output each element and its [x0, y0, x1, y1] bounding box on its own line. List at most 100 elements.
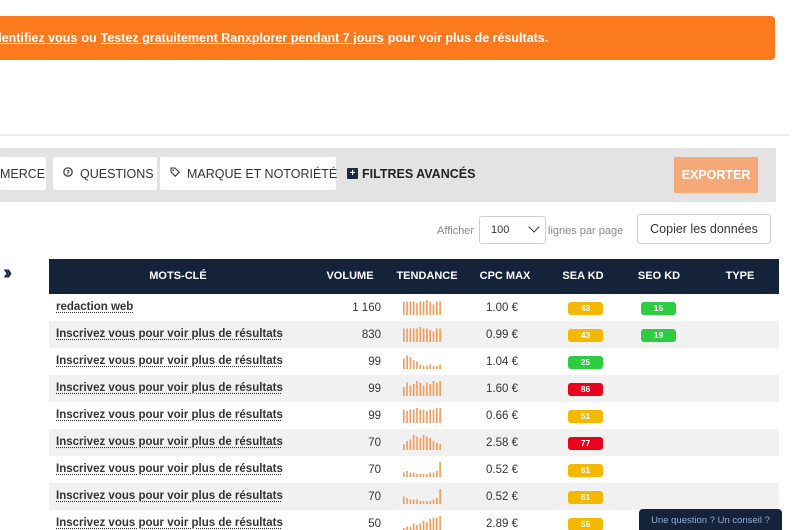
volume-cell: 830 — [361, 329, 381, 341]
table-row: redaction web 1 160 1.00 € 43 15 — [49, 294, 779, 321]
table-row: Inscrivez vous pour voir plus de résulta… — [49, 375, 779, 402]
trend-bar — [406, 328, 408, 342]
keyword-link[interactable]: Inscrivez vous pour voir plus de résulta… — [56, 517, 283, 529]
banner-rest-text: pour voir plus de résultats. — [387, 31, 549, 45]
login-link[interactable]: dentifiez vous — [0, 31, 77, 45]
copy-data-button[interactable]: Copier les données — [637, 214, 771, 244]
free-trial-link[interactable]: Testez gratuitement Ranxplorer pendant 7… — [101, 31, 384, 45]
trend-bar — [426, 300, 428, 315]
trend-bar — [426, 382, 428, 396]
trend-bar — [439, 301, 441, 315]
trend-sparkline — [403, 355, 441, 369]
table-row: Inscrivez vous pour voir plus de résulta… — [49, 429, 779, 456]
seo-kd-badge: 19 — [641, 329, 676, 342]
trend-bar — [416, 499, 418, 504]
sea-kd-badge: 43 — [568, 302, 603, 315]
trend-sparkline — [403, 300, 441, 315]
trend-bar — [422, 501, 425, 504]
trend-bar — [436, 442, 438, 450]
keyword-link[interactable]: Inscrivez vous pour voir plus de résulta… — [56, 490, 283, 502]
trend-bar — [426, 501, 428, 504]
volume-cell: 50 — [368, 518, 381, 530]
cpc-cell: 1.04 € — [486, 356, 518, 368]
sea-kd-badge: 51 — [568, 410, 603, 423]
sea-kd-badge: 43 — [568, 329, 603, 342]
keyword-link[interactable]: Inscrivez vous pour voir plus de résulta… — [56, 436, 283, 448]
cpc-cell: 0.52 € — [486, 464, 518, 476]
trend-bar — [419, 474, 422, 477]
trend-bar — [409, 357, 412, 369]
trend-bar — [429, 330, 431, 342]
export-button[interactable]: EXPORTER — [674, 157, 758, 193]
cpc-cell: 1.00 € — [486, 302, 518, 314]
trend-bar — [416, 474, 418, 477]
keyword-link[interactable]: Inscrivez vous pour voir plus de résulta… — [56, 409, 283, 421]
sea-kd-badge: 61 — [568, 464, 603, 477]
trend-bar — [426, 411, 428, 423]
header-cpc[interactable]: CPC MAX — [473, 259, 537, 294]
trend-bar — [426, 474, 428, 477]
trend-sparkline — [403, 462, 441, 477]
trend-bar — [412, 409, 415, 423]
trend-bar — [422, 385, 425, 396]
header-type[interactable]: TYPE — [716, 259, 764, 294]
chat-widget[interactable]: Une question ? Un conseil ? — [639, 509, 782, 530]
keyword-link[interactable]: Inscrivez vous pour voir plus de résulta… — [56, 355, 283, 367]
trend-bar — [419, 501, 422, 504]
keyword-link[interactable]: Inscrivez vous pour voir plus de résulta… — [56, 463, 283, 475]
cpc-cell: 0.52 € — [486, 491, 518, 503]
trend-bar — [436, 301, 438, 315]
header-volume[interactable]: VOLUME — [317, 259, 383, 294]
signup-banner: dentifiez vous ou Testez gratuitement Ra… — [0, 16, 775, 60]
header-sea-kd[interactable]: SEA KD — [557, 259, 609, 294]
trend-bar — [429, 501, 431, 504]
trend-bar — [419, 382, 422, 396]
keyword-link[interactable]: Inscrivez vous pour voir plus de résulta… — [56, 328, 283, 340]
volume-cell: 70 — [368, 437, 381, 449]
trend-bar — [419, 327, 422, 342]
cpc-cell: 1.60 € — [486, 383, 518, 395]
chevron-down-icon — [528, 221, 540, 233]
tag-icon — [170, 167, 180, 180]
page-size-select[interactable]: 100 — [479, 216, 546, 244]
trend-bar — [406, 301, 408, 315]
lines-per-page-label: lignes par page — [548, 225, 624, 237]
table-row: Inscrivez vous pour voir plus de résulta… — [49, 321, 779, 348]
trend-bar — [432, 331, 435, 342]
header-seo-kd[interactable]: SEO KD — [633, 259, 685, 294]
keyword-link[interactable]: redaction web — [56, 301, 133, 313]
trend-bar — [426, 366, 428, 369]
trend-bar — [403, 472, 405, 477]
trend-bar — [419, 301, 422, 315]
volume-cell: 99 — [368, 356, 381, 368]
trend-bar — [432, 517, 435, 530]
trend-bar — [432, 304, 435, 315]
tab-commerce[interactable]: MERCE — [0, 157, 46, 190]
double-chevron-right-icon[interactable]: ›› — [3, 262, 13, 285]
trend-bar — [403, 358, 405, 369]
sea-kd-badge: 55 — [568, 518, 603, 530]
question-icon: ? — [63, 167, 73, 180]
page-size-value: 100 — [491, 224, 510, 236]
trend-bar — [429, 519, 431, 530]
trend-bar — [409, 328, 412, 342]
trend-bar — [406, 471, 408, 477]
header-keyword[interactable]: MOTS-CLÉ — [49, 259, 307, 294]
trend-bar — [409, 385, 412, 396]
trend-bar — [406, 441, 408, 450]
advanced-filters-label: FILTRES AVANCÉS — [362, 166, 476, 181]
filter-bar: MERCE ? QUESTIONS MARQUE ET NOTORIÉTÉ + … — [0, 148, 776, 202]
banner-or-text: ou — [81, 31, 97, 45]
cpc-cell: 0.99 € — [486, 329, 518, 341]
trend-bar — [422, 366, 425, 369]
trend-bar — [432, 472, 435, 477]
advanced-filters-button[interactable]: + FILTRES AVANCÉS — [347, 157, 475, 190]
trend-bar — [429, 384, 431, 396]
trend-bar — [419, 409, 422, 423]
keyword-link[interactable]: Inscrivez vous pour voir plus de résulta… — [56, 382, 283, 394]
tab-brand[interactable]: MARQUE ET NOTORIÉTÉ — [160, 157, 337, 190]
tab-questions[interactable]: ? QUESTIONS — [53, 157, 157, 190]
trend-bar — [419, 438, 422, 450]
trend-bar — [436, 328, 438, 342]
app-root: dentifiez vous ou Testez gratuitement Ra… — [0, 0, 800, 530]
